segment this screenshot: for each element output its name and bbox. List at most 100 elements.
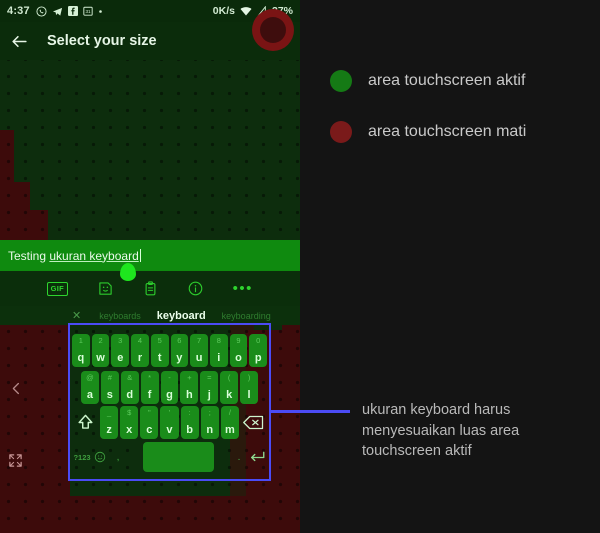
legend-item-inactive: area touchscreen mati bbox=[330, 121, 526, 143]
comma-key[interactable]: , bbox=[109, 453, 127, 462]
keyboard-row-2: @ a # s & d * f -g + h = j (k ) l bbox=[68, 371, 271, 404]
key-t[interactable]: 5t bbox=[150, 334, 169, 367]
key-sup: 2 bbox=[98, 336, 103, 345]
network-speed: 0K/s bbox=[212, 5, 235, 17]
key-u[interactable]: 7u bbox=[190, 334, 208, 367]
emoji-key-icon[interactable] bbox=[91, 451, 109, 463]
key-n[interactable]: ; n bbox=[200, 406, 219, 439]
input-toolbar: GIF ••• bbox=[0, 271, 300, 306]
key-e[interactable]: 3e bbox=[111, 334, 130, 367]
suggestion-center[interactable]: keyboard bbox=[157, 310, 206, 322]
clipboard-icon[interactable] bbox=[143, 281, 158, 296]
key-sup: ; bbox=[208, 408, 211, 417]
suggestion-left[interactable]: keyboards bbox=[99, 311, 141, 321]
sticker-icon[interactable] bbox=[98, 281, 113, 296]
key-label: g bbox=[166, 389, 173, 401]
period-key[interactable]: . bbox=[230, 453, 248, 462]
key-sup: 5 bbox=[157, 336, 162, 345]
key-b[interactable]: :b bbox=[180, 406, 199, 439]
key-f[interactable]: * f bbox=[140, 371, 159, 404]
symbols-key[interactable]: ?123 bbox=[73, 453, 91, 462]
key-label: h bbox=[186, 389, 193, 401]
key-label: f bbox=[147, 389, 152, 401]
key-i[interactable]: 8i bbox=[209, 334, 228, 367]
backspace-key-icon[interactable] bbox=[241, 407, 267, 439]
callout-text: ukuran keyboard harus menyesuaikan luas … bbox=[362, 402, 520, 460]
close-icon[interactable]: ✕ bbox=[72, 309, 81, 322]
key-p[interactable]: 0p bbox=[249, 334, 268, 367]
key-x[interactable]: $ x bbox=[120, 406, 139, 439]
key-label: w bbox=[96, 352, 105, 364]
key-k[interactable]: (k bbox=[220, 371, 239, 404]
key-r[interactable]: 4r bbox=[131, 334, 149, 367]
key-sup: ' bbox=[168, 408, 171, 417]
info-icon[interactable] bbox=[188, 281, 203, 296]
key-sup: 9 bbox=[236, 336, 241, 345]
telegram-icon bbox=[52, 6, 63, 17]
key-q[interactable]: 1q bbox=[72, 334, 90, 367]
enter-key-icon[interactable] bbox=[248, 450, 266, 465]
legend-item-active: area touchscreen aktif bbox=[330, 70, 525, 92]
callout-connector-line bbox=[271, 410, 350, 413]
key-sup: & bbox=[127, 373, 133, 382]
key-sup: 4 bbox=[137, 336, 143, 345]
key-sup: " bbox=[148, 408, 151, 417]
space-key[interactable] bbox=[143, 442, 214, 472]
expand-icon[interactable] bbox=[8, 453, 23, 473]
key-label: n bbox=[206, 424, 214, 436]
key-y[interactable]: 6y bbox=[170, 334, 189, 367]
key-sup: $ bbox=[127, 408, 132, 417]
input-value: Testing ukuran keyboard bbox=[8, 248, 142, 263]
whatsapp-icon bbox=[36, 5, 47, 17]
key-label: t bbox=[157, 352, 162, 364]
key-c[interactable]: " c bbox=[140, 406, 159, 439]
key-a[interactable]: @ a bbox=[81, 371, 99, 404]
status-time: 4:37 bbox=[7, 5, 30, 17]
message-input-field[interactable]: Testing ukuran keyboard bbox=[0, 240, 300, 271]
key-j[interactable]: = j bbox=[200, 371, 219, 404]
key-sup: @ bbox=[86, 373, 94, 382]
legend-swatch-green bbox=[330, 70, 352, 92]
more-icon[interactable]: ••• bbox=[233, 281, 253, 296]
back-arrow-icon[interactable] bbox=[10, 32, 29, 51]
key-label: i bbox=[217, 352, 221, 364]
key-d[interactable]: & d bbox=[120, 371, 139, 404]
avatar[interactable] bbox=[252, 9, 294, 51]
key-l[interactable]: ) l bbox=[240, 371, 259, 404]
key-h[interactable]: + h bbox=[180, 371, 199, 404]
suggestion-right[interactable]: keyboarding bbox=[222, 311, 271, 321]
key-sup: 6 bbox=[177, 336, 182, 345]
facebook-icon bbox=[67, 6, 78, 16]
key-o[interactable]: 9o bbox=[229, 334, 248, 367]
key-label: c bbox=[146, 424, 153, 436]
key-label: j bbox=[207, 389, 211, 401]
key-label: x bbox=[126, 424, 133, 436]
key-label: z bbox=[106, 424, 112, 436]
shift-key-icon[interactable] bbox=[72, 407, 98, 439]
key-label: l bbox=[247, 389, 251, 401]
wifi-icon bbox=[240, 6, 252, 16]
gif-icon[interactable]: GIF bbox=[47, 281, 68, 296]
legend-label-inactive: area touchscreen mati bbox=[368, 123, 527, 140]
key-label: o bbox=[235, 352, 242, 364]
key-s[interactable]: # s bbox=[100, 371, 119, 404]
touch-cursor-indicator bbox=[120, 263, 136, 281]
key-m[interactable]: / m bbox=[220, 406, 239, 439]
key-w[interactable]: 2w bbox=[91, 334, 110, 367]
key-sup: ) bbox=[247, 373, 251, 382]
key-label: v bbox=[166, 424, 173, 436]
on-screen-keyboard[interactable]: 1q 2w 3e 4r 5t 6y 7u 8i 9o 0p @ a # s & d *… bbox=[68, 325, 271, 480]
key-label: q bbox=[77, 352, 85, 364]
key-label: d bbox=[126, 389, 134, 401]
back-chevron-icon[interactable] bbox=[9, 380, 24, 402]
key-v[interactable]: ' v bbox=[160, 406, 179, 439]
key-sup: + bbox=[187, 373, 192, 382]
key-sup: # bbox=[107, 373, 112, 382]
key-z[interactable]: _ z bbox=[100, 406, 119, 439]
keyboard-row-1: 1q 2w 3e 4r 5t 6y 7u 8i 9o 0p bbox=[68, 334, 271, 367]
text-caret bbox=[139, 248, 142, 262]
key-label: r bbox=[137, 352, 143, 364]
key-label: y bbox=[176, 352, 183, 364]
key-g[interactable]: -g bbox=[160, 371, 179, 404]
phone-screenshot-panel: 4:37 31 0K/s Select your size Testing uk… bbox=[0, 0, 300, 533]
